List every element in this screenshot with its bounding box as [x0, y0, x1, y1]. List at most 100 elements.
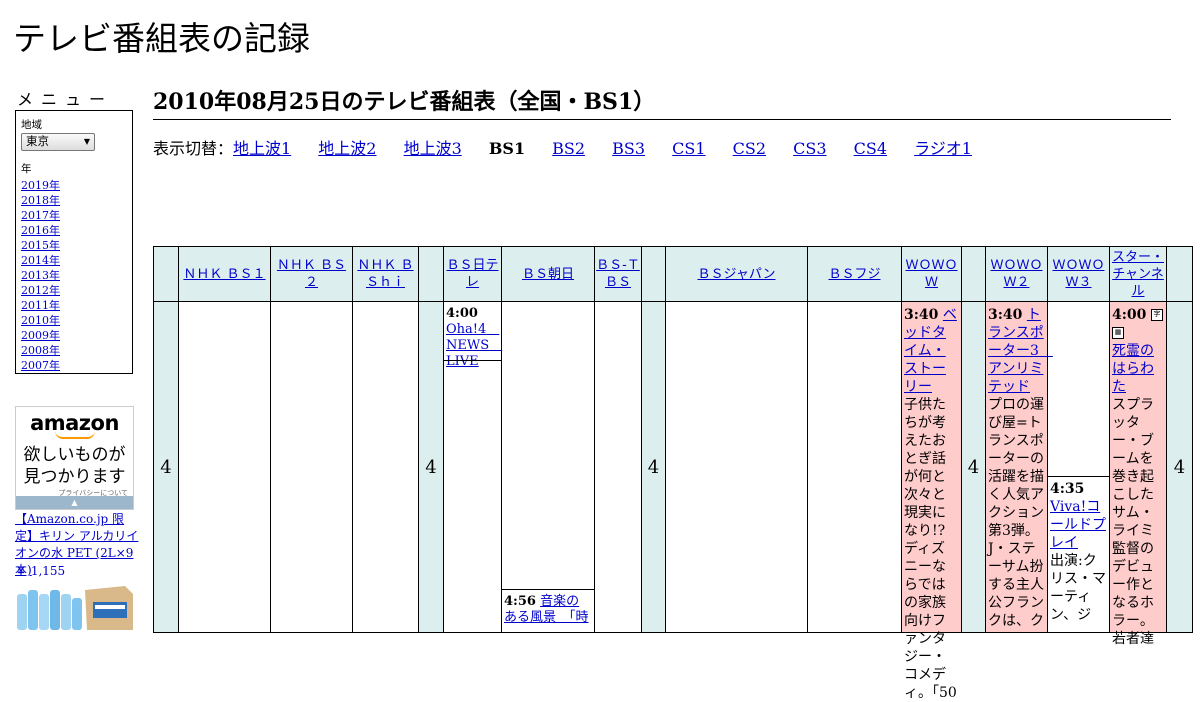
- program-time: 4:35: [1050, 481, 1085, 497]
- channel-header: ＷＯＷＯＷ３: [1047, 246, 1110, 302]
- year-link-2017[interactable]: 2017年: [21, 208, 127, 223]
- program-cell-empty: [352, 301, 419, 633]
- region-select[interactable]: 東京 ▼: [21, 133, 95, 151]
- product-image[interactable]: [15, 584, 134, 630]
- year-link-2015[interactable]: 2015年: [21, 238, 127, 253]
- hour-label: 4: [418, 301, 444, 633]
- program-divider: [1048, 476, 1109, 477]
- program-cell-empty: [270, 301, 353, 633]
- year-link-2010[interactable]: 2010年: [21, 313, 127, 328]
- switch-link-bs2[interactable]: BS2: [552, 139, 585, 158]
- menu-box: 地域 東京 ▼ 年 2019年 2018年 2017年 2016年 2015年 …: [15, 110, 133, 374]
- chevron-down-icon: ▼: [83, 137, 90, 146]
- year-link-2007[interactable]: 2007年: [21, 358, 127, 373]
- program-cell: 3:40 ベッドタイム・ストーリー 子供たちが考えたおとぎ話が何と次々と現実にな…: [901, 301, 962, 701]
- channel-link-nhkbshi[interactable]: ＮＨＫ ＢＳｈｉ: [357, 258, 413, 290]
- program-time: 4:00: [1112, 307, 1147, 323]
- channel-header: ＮＨＫ ＢＳ１: [178, 246, 271, 302]
- channel-link-star[interactable]: スター・チャンネル: [1112, 250, 1164, 299]
- year-link-2011[interactable]: 2011年: [21, 298, 127, 313]
- switch-link-chijoha1[interactable]: 地上波1: [233, 139, 291, 158]
- program-description: プロの運び屋=トランスポーターの活躍を描く人気アクション第3弾。J・ステーサム扮…: [988, 397, 1044, 629]
- program-cell-empty: [178, 301, 271, 633]
- channel-link-wowow2[interactable]: ＷＯＷＯＷ２: [990, 258, 1042, 290]
- program-description: 子供たちが考えたおとぎ話が何と次々と現実になり!? ディズニーならではの家族向け…: [904, 397, 960, 701]
- region-selected-value: 東京: [26, 134, 49, 148]
- program-title-link[interactable]: Oha!4 NEWS LIVE: [446, 322, 502, 369]
- switch-link-cs1[interactable]: CS1: [672, 139, 705, 158]
- ad-copy-line1: 欲しいものが: [23, 445, 126, 465]
- site-title: テレビ番組表の記録: [13, 19, 310, 58]
- switch-current-bs1: BS1: [488, 139, 526, 158]
- channel-link-bsasahi[interactable]: ＢＳ朝日: [522, 267, 574, 282]
- channel-header: ＢＳ-ＴＢＳ: [594, 246, 642, 302]
- program-cell: 4:56 音楽のある風景 「時: [501, 301, 595, 633]
- year-link-2012[interactable]: 2012年: [21, 283, 127, 298]
- switch-link-cs3[interactable]: CS3: [793, 139, 826, 158]
- amazon-logo: amazon: [30, 411, 119, 435]
- hour-header-cell: [641, 246, 666, 302]
- menu-heading: メニュー: [17, 90, 114, 109]
- hour-header-cell: [418, 246, 444, 302]
- year-label: 年: [21, 163, 32, 175]
- channel-link-nhkbs2[interactable]: ＮＨＫ ＢＳ２: [277, 258, 346, 290]
- channel-link-bsfuji[interactable]: ＢＳフジ: [828, 267, 880, 282]
- schedule-table: ＮＨＫ ＢＳ１ ＮＨＫ ＢＳ２ ＮＨＫ ＢＳｈｉ ＢＳ日テレ ＢＳ朝日 ＢＳ-Ｔ…: [153, 246, 1193, 701]
- program-title-link[interactable]: 死霊のはらわた: [1112, 343, 1154, 395]
- hour-header-cell: [1166, 246, 1193, 302]
- channel-header: ＮＨＫ ＢＳ２: [270, 246, 353, 302]
- channel-link-nhkbs1[interactable]: ＮＨＫ ＢＳ１: [183, 267, 265, 282]
- switch-link-radio1[interactable]: ラジオ1: [914, 139, 972, 158]
- hour-row: 4 4 4:00 Oha!4 NEWS LIVE 4:56 音楽のある風景 「時…: [153, 301, 1193, 701]
- switch-link-bs3[interactable]: BS3: [612, 139, 645, 158]
- amazon-ad-banner[interactable]: amazon 欲しいものが 見つかります プライバシーについて ▲: [15, 406, 134, 510]
- year-link-2019[interactable]: 2019年: [21, 178, 127, 193]
- program-time: 3:40: [988, 307, 1023, 323]
- ad-collapse-bar[interactable]: ▲: [16, 496, 133, 509]
- year-link-2014[interactable]: 2014年: [21, 253, 127, 268]
- channel-header: ＢＳ日テレ: [443, 246, 502, 302]
- switch-link-cs2[interactable]: CS2: [733, 139, 766, 158]
- switch-link-cs4[interactable]: CS4: [854, 139, 887, 158]
- channel-link-bsjapan[interactable]: ＢＳジャパン: [697, 267, 775, 282]
- switch-link-chijoha2[interactable]: 地上波2: [318, 139, 376, 158]
- program-time: 4:00: [446, 306, 478, 321]
- year-link-2016[interactable]: 2016年: [21, 223, 127, 238]
- program-time: 4:56: [504, 594, 536, 609]
- hour-header-cell: [153, 246, 179, 302]
- channel-link-wowow3[interactable]: ＷＯＷＯＷ３: [1052, 258, 1104, 290]
- program-description: 出演:クリス・マーティン、ジ: [1050, 553, 1106, 623]
- switch-link-chijoha3[interactable]: 地上波3: [404, 139, 462, 158]
- year-link-2018[interactable]: 2018年: [21, 193, 127, 208]
- channel-link-bsntv[interactable]: ＢＳ日テレ: [446, 258, 498, 290]
- channel-link-wowow[interactable]: ＷＯＷＯＷ: [905, 258, 957, 290]
- year-link-2009[interactable]: 2009年: [21, 328, 127, 343]
- channel-header: ＢＳジャパン: [665, 246, 808, 302]
- year-link-2013[interactable]: 2013年: [21, 268, 127, 283]
- program-title-link[interactable]: Viva!コールドプレイ: [1050, 499, 1106, 551]
- program-cell-empty: [594, 301, 642, 633]
- hour-header-cell: [961, 246, 986, 302]
- program-time: 3:40: [904, 307, 939, 323]
- product-price: ￥ 1,155: [15, 564, 66, 578]
- channel-header: ＷＯＷＯＷ２: [985, 246, 1048, 302]
- broadcast-mark-icon: ▦: [1112, 327, 1124, 339]
- switcher-label: 表示切替：: [153, 139, 234, 158]
- program-entry: 4:00 字 ▦ 死霊のはらわた スプラッター・ブームを巻き起こしたサム・ライミ監…: [1112, 306, 1164, 648]
- channel-header: ＢＳフジ: [807, 246, 902, 302]
- channel-link-bstbs[interactable]: ＢＳ-ＴＢＳ: [596, 258, 640, 290]
- hour-label: 4: [641, 301, 666, 633]
- channel-header-row: ＮＨＫ ＢＳ１ ＮＨＫ ＢＳ２ ＮＨＫ ＢＳｈｉ ＢＳ日テレ ＢＳ朝日 ＢＳ-Ｔ…: [153, 246, 1193, 302]
- program-entry: 3:40 ベッドタイム・ストーリー 子供たちが考えたおとぎ話が何と次々と現実にな…: [904, 306, 959, 702]
- chevron-up-icon: ▲: [71, 498, 78, 507]
- program-cell-empty: [665, 301, 808, 633]
- program-divider: [502, 589, 594, 590]
- program-cell-empty: [807, 301, 902, 633]
- program-cell: 4:00 Oha!4 NEWS LIVE: [443, 301, 502, 633]
- channel-header: ＷＯＷＯＷ: [901, 246, 962, 302]
- program-entry: 4:35 Viva!コールドプレイ 出演:クリス・マーティン、ジ: [1050, 480, 1107, 624]
- year-link-2008[interactable]: 2008年: [21, 343, 127, 358]
- program-cell: 4:00 字 ▦ 死霊のはらわた スプラッター・ブームを巻き起こしたサム・ライミ監…: [1109, 301, 1167, 647]
- program-description: スプラッター・ブームを巻き起こしたサム・ライミ監督のデビュー作となるホラー。若者…: [1112, 397, 1154, 647]
- hour-label: 4: [1166, 301, 1193, 633]
